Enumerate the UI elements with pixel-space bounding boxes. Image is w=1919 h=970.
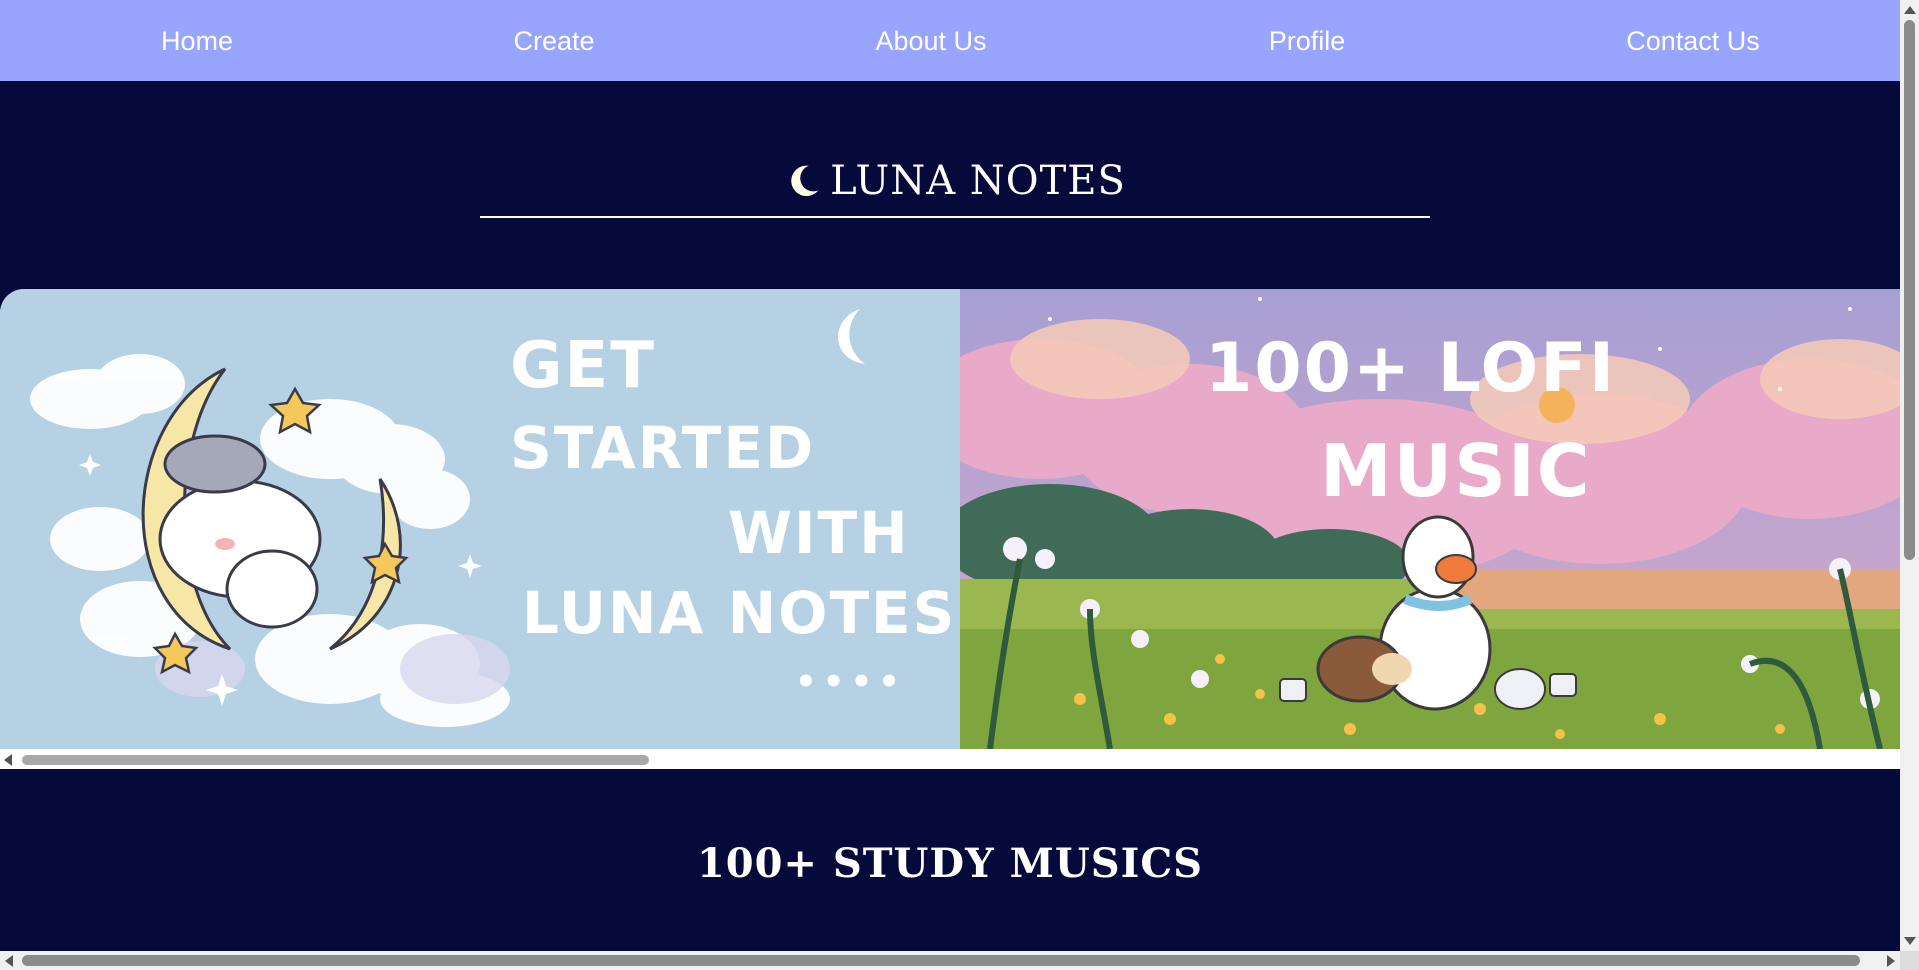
- site-title-text: LUNA NOTES: [830, 158, 1126, 204]
- slide-text-line-1: 100+ LOFI: [1205, 329, 1617, 408]
- carousel-scrollbar-thumb[interactable]: [22, 755, 649, 765]
- carousel-scrollbar[interactable]: [0, 749, 1900, 769]
- slide-text-line-1: GET: [510, 329, 656, 403]
- carousel-slide-lofi-music[interactable]: 100+ LOFI MUSIC: [960, 289, 1900, 749]
- slide-text-line-4: LUNA NOTES: [522, 579, 957, 647]
- nav-profile-link[interactable]: Profile: [1269, 0, 1346, 81]
- slide-dots: ••••: [795, 662, 906, 702]
- scrollbar-corner: [1900, 951, 1919, 970]
- nav-about-us-link[interactable]: About Us: [875, 0, 986, 81]
- top-navigation: Home Create About Us Profile Contact Us: [0, 0, 1900, 81]
- site-header: LUNA NOTES: [480, 148, 1430, 218]
- crescent-moon-icon: [791, 165, 819, 197]
- page-vertical-scrollbar[interactable]: [1900, 0, 1919, 951]
- nav-create-link[interactable]: Create: [513, 0, 594, 81]
- study-music-section-title: 100+ STUDY MUSICS: [696, 840, 1204, 887]
- carousel-slide-get-started[interactable]: GET STARTED WITH LUNA NOTES ••••: [0, 289, 960, 749]
- horizontal-scrollbar-thumb[interactable]: [22, 955, 1860, 966]
- slide-text-line-2: STARTED: [510, 414, 816, 482]
- page-horizontal-scrollbar[interactable]: [0, 951, 1900, 970]
- scroll-down-arrow-icon[interactable]: [1904, 937, 1916, 945]
- scroll-right-arrow-icon[interactable]: [1887, 955, 1895, 967]
- slide-text-line-2: MUSIC: [1320, 429, 1592, 513]
- scroll-left-arrow-icon[interactable]: [4, 754, 12, 766]
- site-title: LUNA NOTES: [784, 158, 1126, 204]
- slide-text-line-3: WITH: [728, 499, 910, 567]
- nav-contact-us-link[interactable]: Contact Us: [1626, 0, 1760, 81]
- hero-carousel[interactable]: GET STARTED WITH LUNA NOTES •••• 100+ LO…: [0, 289, 1900, 749]
- scroll-left-arrow-icon[interactable]: [5, 955, 13, 967]
- scroll-up-arrow-icon[interactable]: [1904, 6, 1916, 14]
- nav-home-link[interactable]: Home: [161, 0, 233, 81]
- vertical-scrollbar-thumb[interactable]: [1904, 20, 1915, 560]
